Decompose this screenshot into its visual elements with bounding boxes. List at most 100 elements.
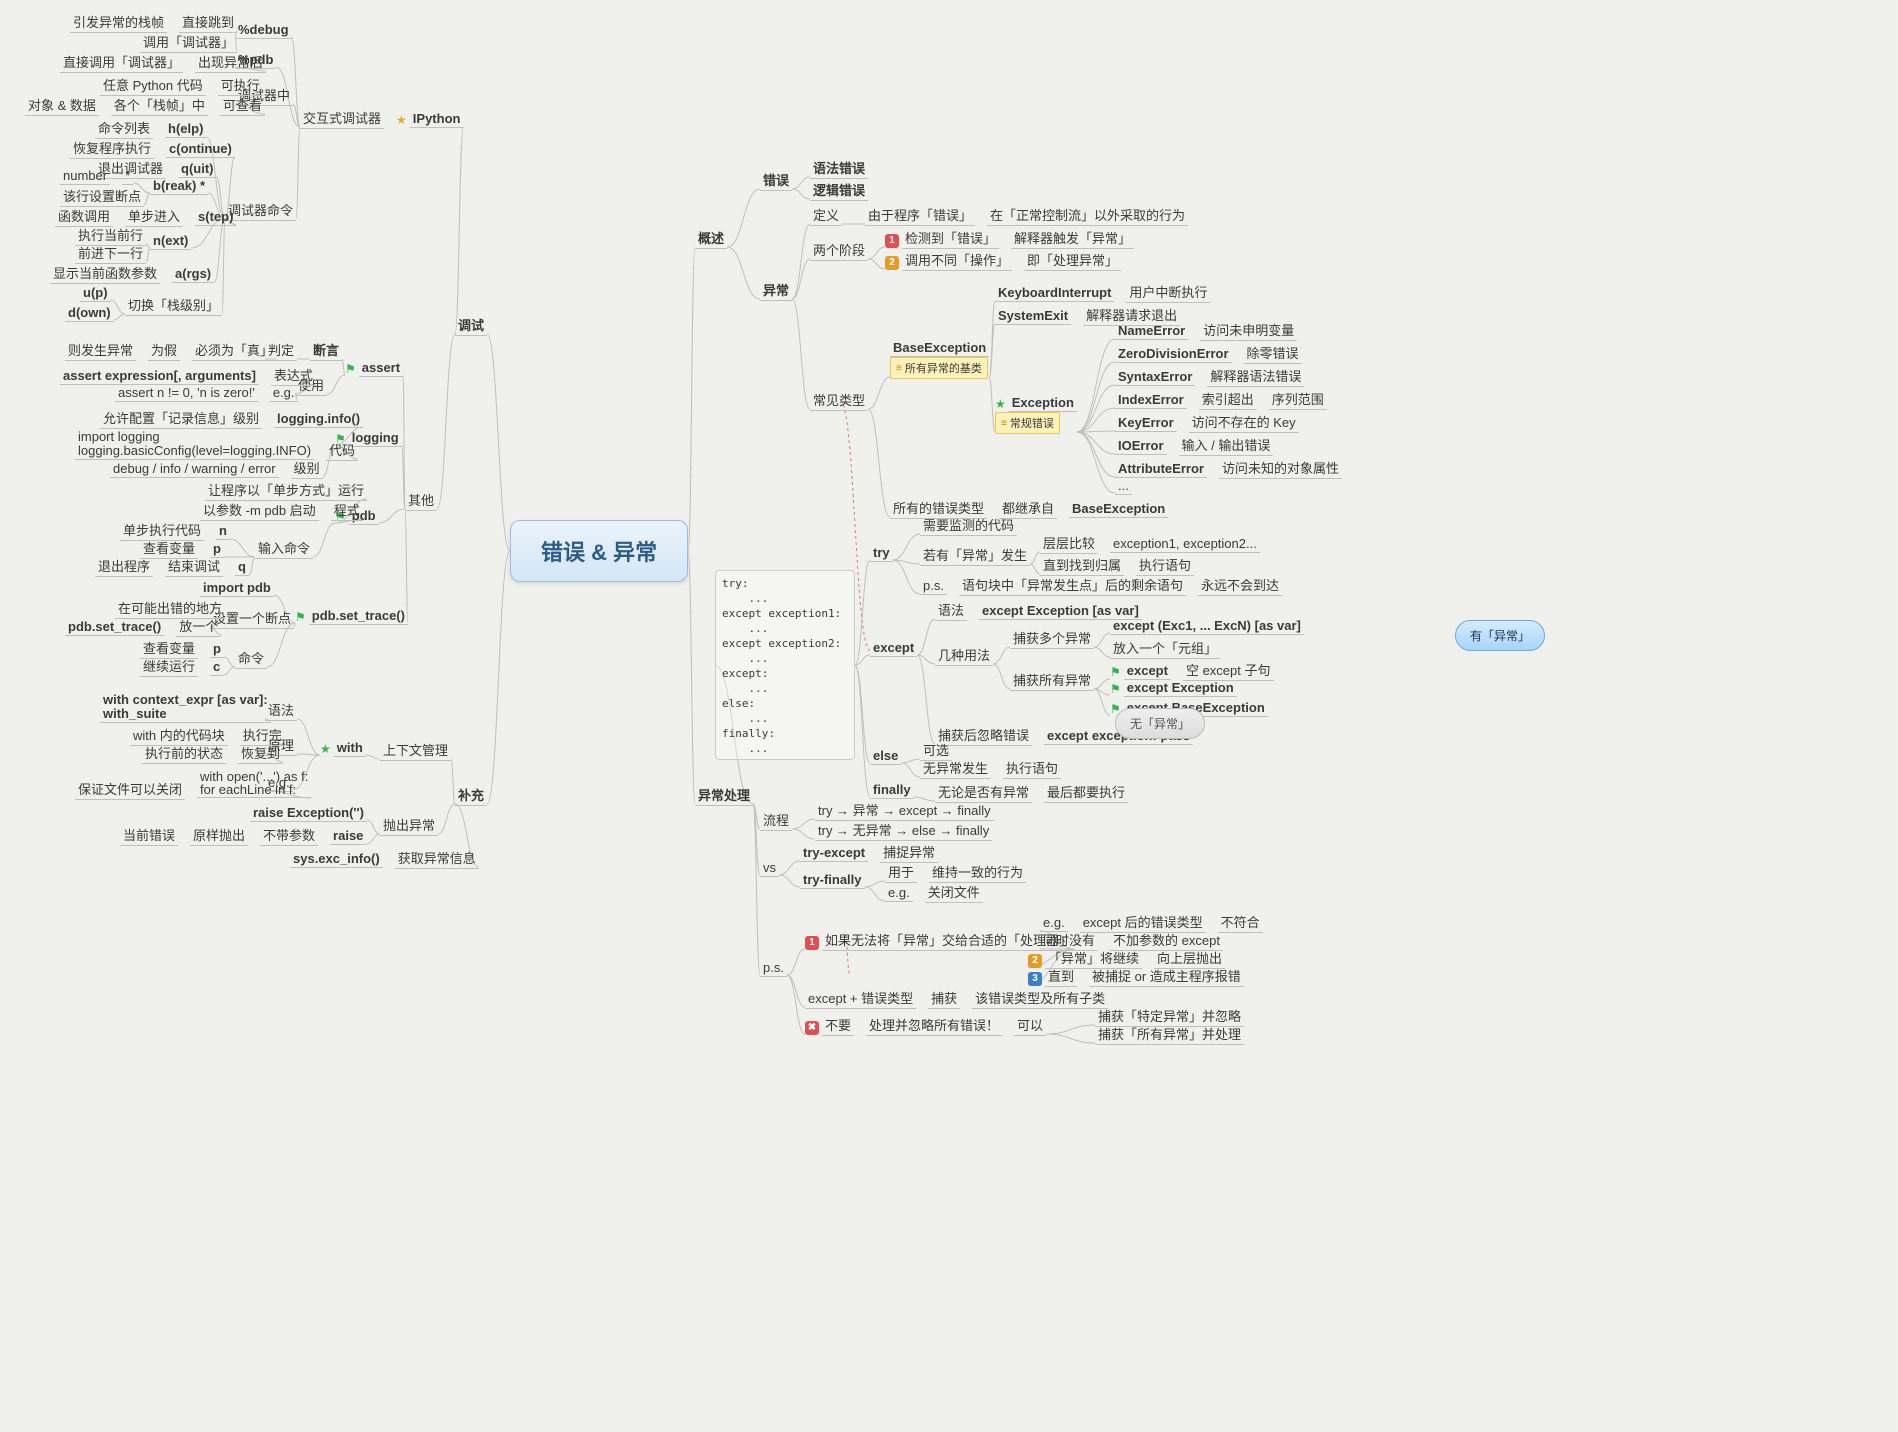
l-s: 函数调用单步进入s(tep): [55, 206, 236, 227]
r-ex-ae: AttributeError访问未知的对象属性: [1115, 458, 1342, 479]
l-pdb1: 直接调用「调试器」出现异常后: [60, 52, 266, 73]
r-exc: 异常: [760, 280, 792, 301]
r-err-b: 逻辑错误: [810, 180, 868, 201]
r-err-a: 语法错误: [810, 158, 868, 179]
r-els-b: 无异常发生执行语句: [920, 758, 1061, 779]
l-pd-c: 输入命令: [255, 538, 313, 559]
l-b2: 该行设置断点: [60, 186, 144, 207]
r-err: 错误: [760, 170, 792, 191]
l-ia: 交互式调试器IPython: [300, 108, 463, 129]
r-ps1d: 3直到被捕捉 or 造成主程序报错: [1028, 966, 1244, 987]
r-exck-a1: except空 except 子句: [1110, 660, 1274, 681]
r-gs[interactable]: 概述: [695, 228, 727, 249]
l-as-ex: assert expression[, arguments]表达式: [60, 365, 316, 386]
l-thr-b: 当前错误原样抛出不带参数raise: [120, 825, 366, 846]
r-ps3b: 捕获「所有异常」并处理: [1095, 1024, 1244, 1045]
l-st-cc: 继续运行c: [140, 656, 223, 677]
r-ex-zd: ZeroDivisionError除零错误: [1115, 343, 1302, 364]
r-exck-a2: except Exception: [1110, 680, 1237, 697]
r-stg: 两个阶段: [810, 240, 868, 261]
r-flow-a: try → 异常 → except → finally: [815, 800, 994, 821]
r-ex-sy: SyntaxError解释器语法错误: [1115, 366, 1304, 387]
l-b1: number*: [60, 168, 133, 185]
code-snippet: try: ...except exception1: ...except exc…: [722, 576, 841, 756]
l-ctx: 上下文管理: [380, 740, 451, 761]
l-st: pdb.set_trace(): [295, 608, 408, 625]
r-exck-m2: 放入一个「元组」: [1110, 638, 1220, 659]
r-stg2: 2调用不同「操作」即「处理异常」: [885, 250, 1121, 271]
l-a: 显示当前函数参数a(rgs): [50, 263, 214, 284]
l-pd-q: 退出程序结束调试q: [95, 556, 249, 577]
l-dbg1: 引发异常的栈帧直接跳到: [70, 12, 237, 33]
l-w-e1: 保证文件可以关闭with open('...') as f: for eachL…: [75, 770, 311, 800]
l-as-j1: 则发生异常为假必须为「真」: [65, 340, 276, 361]
r-vs: vs: [760, 860, 779, 877]
l-u: u(p): [80, 285, 111, 302]
l-h: 命令列表h(elp): [95, 118, 206, 139]
r-ki: KeyboardInterrupt用户中断执行: [995, 282, 1210, 303]
l-mid1: 任意 Python 代码可执行: [100, 75, 263, 96]
r-exck-a: 捕获所有异常: [1010, 670, 1094, 691]
l-ud: 切换「栈级别」: [125, 295, 222, 316]
r-exck: except: [870, 640, 917, 657]
l-as: assert: [345, 360, 403, 377]
r-stg1: 1检测到「错误」解释器触发「异常」: [885, 228, 1134, 249]
l-ts[interactable]: 调试: [455, 315, 487, 336]
l-lg-c: debug / info / warning / error级别: [110, 458, 323, 479]
root-node[interactable]: 错误 & 异常: [510, 520, 688, 582]
r-exck-u: 几种用法: [935, 645, 993, 666]
r-vs-tf1: 用于维持一致的行为: [885, 862, 1026, 883]
l-as-eg: assert n != 0, 'n is zero!'e.g.: [115, 385, 298, 402]
l-pd-a: 让程序以「单步方式」运行: [205, 480, 367, 501]
r-ps3: ✖不要处理并忽略所有错误！可以: [805, 1015, 1046, 1036]
r-base: BaseException所有异常的基类: [890, 340, 989, 379]
r-ex-ix: IndexError索引超出序列范围: [1115, 389, 1327, 410]
l-as-d: 断言: [310, 340, 342, 361]
r-ex-el: ...: [1115, 478, 1132, 495]
r-try-b: 若有「异常」发生: [920, 545, 1030, 566]
r-exck-m: 捕获多个异常: [1010, 628, 1094, 649]
r-flow-b: try → 无异常 → else → finally: [815, 820, 992, 841]
l-exi: sys.exc_info()获取异常信息: [290, 848, 479, 869]
r-ex: Exception常规错误: [995, 395, 1077, 434]
callout-has-exc: 有「异常」: [1455, 620, 1545, 651]
r-def-v: 由于程序「错误」在「正常控制流」以外采取的行为: [865, 205, 1188, 226]
l-n: n(ext): [150, 233, 191, 250]
l-thr: 抛出异常: [380, 815, 438, 836]
l-oth: 其他: [405, 490, 437, 511]
r-ex-io: IOError输入 / 输出错误: [1115, 435, 1273, 456]
l-c: 恢复程序执行c(ontinue): [70, 138, 235, 159]
r-try-b1: 层层比较exception1, exception2...: [1040, 533, 1260, 554]
callout-no-exc: 无「异常」: [1115, 708, 1205, 739]
r-vs-te: try-except捕捉异常: [800, 842, 938, 863]
r-exck-m1: except (Exc1, ... ExcN) [as var]: [1110, 618, 1304, 635]
l-b: b(reak) *: [150, 178, 208, 195]
l-dbg2: 调用「调试器」: [140, 32, 237, 53]
r-vs-tf2: e.g.关闭文件: [885, 882, 983, 903]
l-d: d(own): [65, 305, 114, 322]
r-ex-ke: KeyError访问不存在的 Key: [1115, 412, 1299, 433]
r-try-a: 需要监测的代码: [920, 515, 1017, 536]
l-st-c: 命令: [235, 648, 267, 669]
l-pd-b: 以参数 -m pdb 启动程式: [200, 500, 363, 521]
l-mid2: 对象 & 数据各个「栈帧」中可查看: [25, 95, 265, 116]
l-lg-b: import logginglogging.basicConfig(level=…: [75, 430, 358, 461]
r-ex-ne: NameError访问未申明变量: [1115, 320, 1297, 341]
r-ps2: except + 错误类型捕获该错误类型及所有子类: [805, 988, 1108, 1009]
l-thr-a: raise Exception(''): [250, 805, 367, 822]
r-try-ps: p.s.语句块中「异常发生点」后的剩余语句永远不会到达: [920, 575, 1282, 596]
l-bc[interactable]: 补充: [455, 785, 487, 806]
l-lg-a: 允许配置「记录信息」级别logging.info(): [100, 408, 363, 429]
r-fin: finally: [870, 782, 914, 799]
l-w: with: [320, 740, 366, 757]
l-st-i: import pdb: [200, 580, 274, 597]
r-try-b2: 直到找到归属执行语句: [1040, 555, 1194, 576]
l-n2: 前进下一行: [75, 243, 146, 264]
l-st-b2: pdb.set_trace()放一个: [65, 616, 221, 637]
l-dbg: %debug: [235, 22, 292, 39]
r-eh[interactable]: 异常处理: [695, 785, 753, 806]
r-vs-tf: try-finally: [800, 872, 865, 889]
r-typ: 常见类型: [810, 390, 868, 411]
r-try: try: [870, 545, 893, 562]
r-els: else: [870, 748, 901, 765]
